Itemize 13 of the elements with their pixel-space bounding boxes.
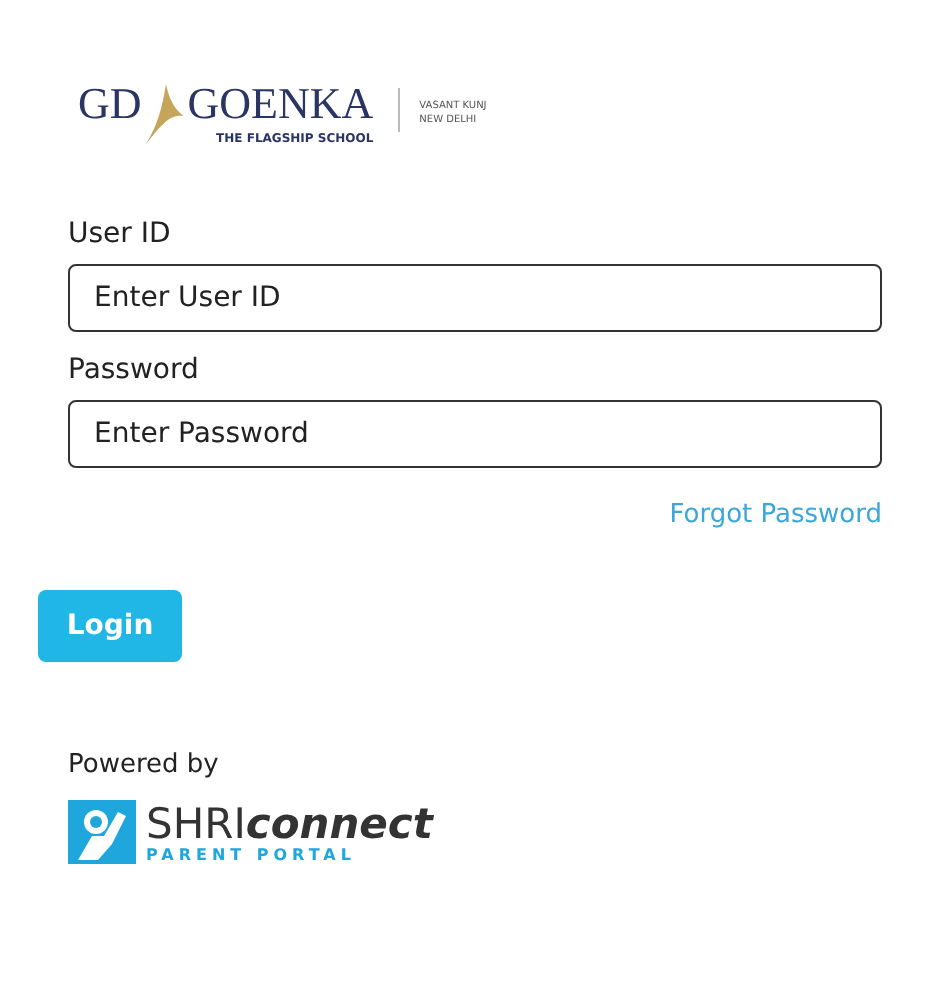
vendor-brand: SHRIconnect	[146, 801, 433, 845]
input-field[interactable]: Enter User ID	[68, 264, 882, 332]
vendor-subtitle: PARENT PORTAL	[146, 845, 358, 863]
school-logo-text: GD	[78, 80, 142, 128]
bird-icon	[141, 80, 186, 148]
powered-by-text: Powered by	[68, 750, 221, 780]
person-icon	[68, 800, 136, 864]
field-label: User ID	[68, 216, 173, 252]
input-field[interactable]: Enter Password	[68, 400, 882, 468]
forgot-password-link[interactable]: Forgot Password	[669, 500, 882, 530]
field-label: Password	[68, 352, 201, 388]
school-logo-text: GOENKA	[187, 80, 374, 128]
login-button[interactable]: Login	[38, 590, 182, 662]
